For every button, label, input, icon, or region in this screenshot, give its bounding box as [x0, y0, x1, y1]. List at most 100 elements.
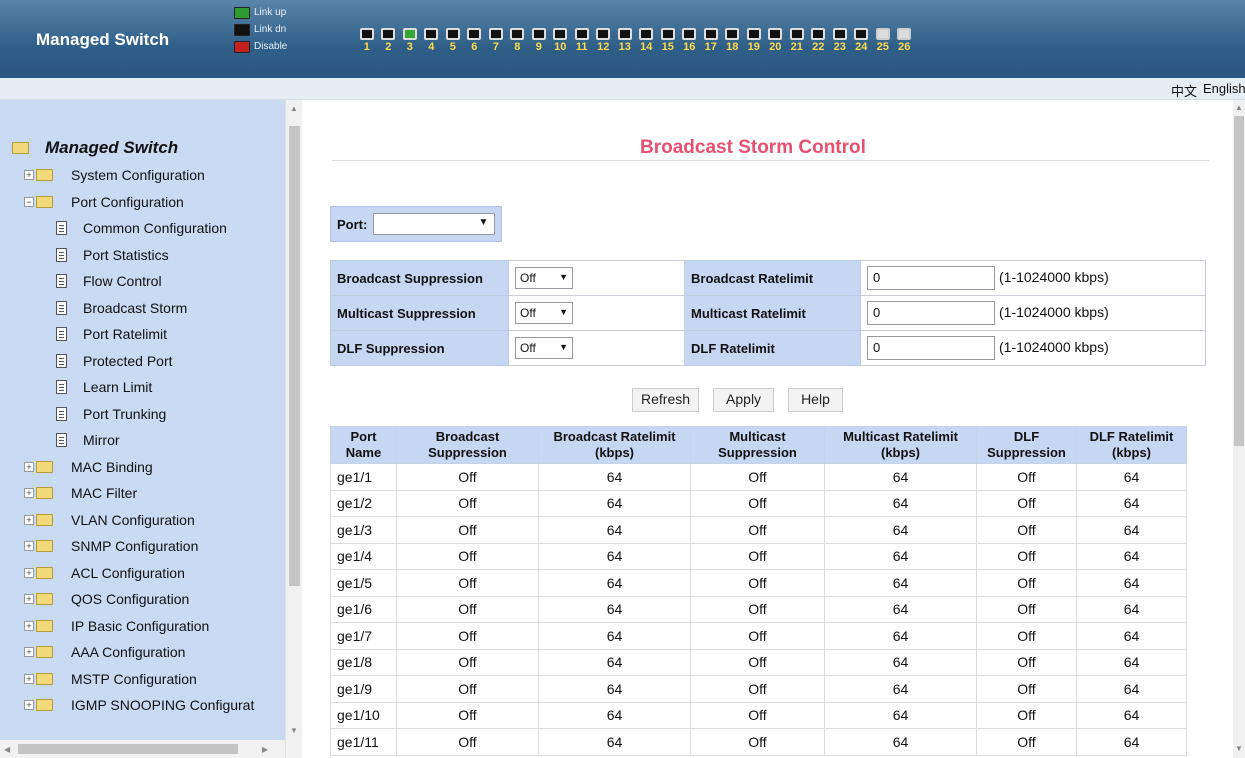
expand-icon[interactable]: + — [24, 541, 34, 552]
table-cell: 64 — [538, 622, 691, 650]
sidebar-item-common-configuration[interactable]: Common Configuration — [0, 215, 285, 242]
refresh-button[interactable]: Refresh — [632, 388, 700, 412]
port-6[interactable]: 6 — [464, 28, 486, 53]
expand-icon[interactable]: + — [24, 594, 34, 605]
port-14[interactable]: 14 — [636, 28, 658, 53]
port-1[interactable]: 1 — [356, 28, 378, 53]
sidebar-item-port-configuration[interactable]: − Port Configuration — [0, 189, 285, 216]
expand-icon[interactable]: + — [24, 170, 34, 181]
suppression-select[interactable]: Off ▼ — [515, 267, 573, 289]
sidebar-item-acl-configuration[interactable]: + ACL Configuration — [0, 560, 285, 587]
expand-icon[interactable]: + — [24, 514, 34, 525]
port-20[interactable]: 20 — [765, 28, 787, 53]
document-icon — [56, 380, 67, 395]
port-10[interactable]: 10 — [550, 28, 572, 53]
port-23[interactable]: 23 — [829, 28, 851, 53]
port-25[interactable]: 25 — [872, 28, 894, 53]
table-cell: 64 — [824, 622, 977, 650]
port-2[interactable]: 2 — [378, 28, 400, 53]
suppression-select[interactable]: Off ▼ — [515, 302, 573, 324]
sidebar-item-ip-basic-configuration[interactable]: + IP Basic Configuration — [0, 613, 285, 640]
expand-icon[interactable]: + — [24, 700, 34, 711]
sidebar-item-learn-limit[interactable]: Learn Limit — [0, 374, 285, 401]
expand-icon[interactable]: + — [24, 488, 34, 499]
port-5[interactable]: 5 — [442, 28, 464, 53]
port-3[interactable]: 3 — [399, 28, 421, 53]
sidebar-item-protected-port[interactable]: Protected Port — [0, 348, 285, 375]
scroll-down-arrow-icon[interactable]: ▼ — [290, 726, 298, 735]
sidebar-hscroll-thumb[interactable] — [18, 744, 238, 754]
sidebar-item-snmp-configuration[interactable]: + SNMP Configuration — [0, 533, 285, 560]
lang-english-link[interactable]: English — [1203, 81, 1245, 96]
sidebar-item-port-ratelimit[interactable]: Port Ratelimit — [0, 321, 285, 348]
expand-icon[interactable]: + — [24, 620, 34, 631]
sidebar-item-mac-filter[interactable]: + MAC Filter — [0, 480, 285, 507]
port-22[interactable]: 22 — [808, 28, 830, 53]
sidebar-item-broadcast-storm[interactable]: Broadcast Storm — [0, 295, 285, 322]
sidebar-scroll-thumb[interactable] — [289, 126, 300, 586]
sidebar-item-qos-configuration[interactable]: + QOS Configuration — [0, 586, 285, 613]
port-24[interactable]: 24 — [851, 28, 873, 53]
port-number: 2 — [385, 41, 392, 53]
expand-icon[interactable]: + — [24, 567, 34, 578]
sidebar-item-port-statistics[interactable]: Port Statistics — [0, 242, 285, 269]
port-name-cell: ge1/4 — [330, 542, 397, 570]
sidebar-scrollbar[interactable]: ▲ ▼ — [285, 100, 302, 758]
table-cell: Off — [976, 516, 1077, 544]
port-18[interactable]: 18 — [722, 28, 744, 53]
main-scroll-thumb[interactable] — [1234, 116, 1244, 446]
sidebar-item-vlan-configuration[interactable]: + VLAN Configuration — [0, 507, 285, 534]
scroll-down-arrow-icon[interactable]: ▼ — [1235, 744, 1243, 753]
sidebar-item-system-configuration[interactable]: + System Configuration — [0, 162, 285, 189]
port-17[interactable]: 17 — [700, 28, 722, 53]
ratelimit-input[interactable]: 0 — [867, 336, 995, 360]
sidebar-item-mirror[interactable]: Mirror — [0, 427, 285, 454]
scroll-up-arrow-icon[interactable]: ▲ — [290, 104, 298, 113]
port-15[interactable]: 15 — [657, 28, 679, 53]
sidebar-hscrollbar[interactable]: ◀ ▶ — [0, 740, 285, 758]
ratelimit-input[interactable]: 0 — [867, 301, 995, 325]
sidebar-item-mac-binding[interactable]: + MAC Binding — [0, 454, 285, 481]
expand-icon[interactable]: + — [24, 461, 34, 472]
port-11[interactable]: 11 — [571, 28, 593, 53]
tree-root[interactable]: Managed Switch — [0, 134, 285, 162]
port-21[interactable]: 21 — [786, 28, 808, 53]
collapse-icon[interactable]: − — [24, 196, 34, 207]
port-13[interactable]: 13 — [614, 28, 636, 53]
port-4[interactable]: 4 — [421, 28, 443, 53]
port-number: 25 — [876, 41, 889, 53]
folder-icon — [36, 487, 53, 500]
port-9[interactable]: 9 — [528, 28, 550, 53]
port-26[interactable]: 26 — [894, 28, 916, 53]
sidebar-item-label: VLAN Configuration — [71, 511, 195, 528]
tree-root-label: Managed Switch — [45, 138, 179, 157]
help-button[interactable]: Help — [788, 388, 843, 412]
port-16[interactable]: 16 — [679, 28, 701, 53]
sidebar-item-aaa-configuration[interactable]: + AAA Configuration — [0, 639, 285, 666]
port-19[interactable]: 19 — [743, 28, 765, 53]
expand-icon[interactable]: + — [24, 673, 34, 684]
sidebar-item-mstp-configuration[interactable]: + MSTP Configuration — [0, 666, 285, 693]
scroll-right-arrow-icon[interactable]: ▶ — [262, 745, 268, 754]
expand-icon[interactable]: + — [24, 647, 34, 658]
port-select[interactable]: ▼ — [373, 213, 496, 235]
lang-chinese-link[interactable]: 中文 — [1171, 81, 1197, 100]
scroll-up-arrow-icon[interactable]: ▲ — [1235, 103, 1243, 112]
folder-icon — [36, 646, 53, 659]
main-scrollbar[interactable]: ▲ ▼ — [1233, 100, 1245, 758]
port-12[interactable]: 12 — [593, 28, 615, 53]
sidebar-item-igmp-snooping-configurat[interactable]: + IGMP SNOOPING Configurat — [0, 692, 285, 719]
scroll-left-arrow-icon[interactable]: ◀ — [4, 745, 10, 754]
sidebar-item-port-trunking[interactable]: Port Trunking — [0, 401, 285, 428]
sidebar-item-flow-control[interactable]: Flow Control — [0, 268, 285, 295]
port-7[interactable]: 7 — [485, 28, 507, 53]
table-cell: 64 — [824, 489, 977, 517]
suppression-select[interactable]: Off ▼ — [515, 337, 573, 359]
action-buttons: Refresh Apply Help — [632, 388, 857, 412]
apply-button[interactable]: Apply — [713, 388, 775, 412]
ratelimit-input[interactable]: 0 — [867, 266, 995, 290]
port-name-cell: ge1/3 — [330, 516, 397, 544]
port-icon — [682, 28, 697, 40]
port-number: 19 — [747, 41, 760, 53]
port-8[interactable]: 8 — [507, 28, 529, 53]
